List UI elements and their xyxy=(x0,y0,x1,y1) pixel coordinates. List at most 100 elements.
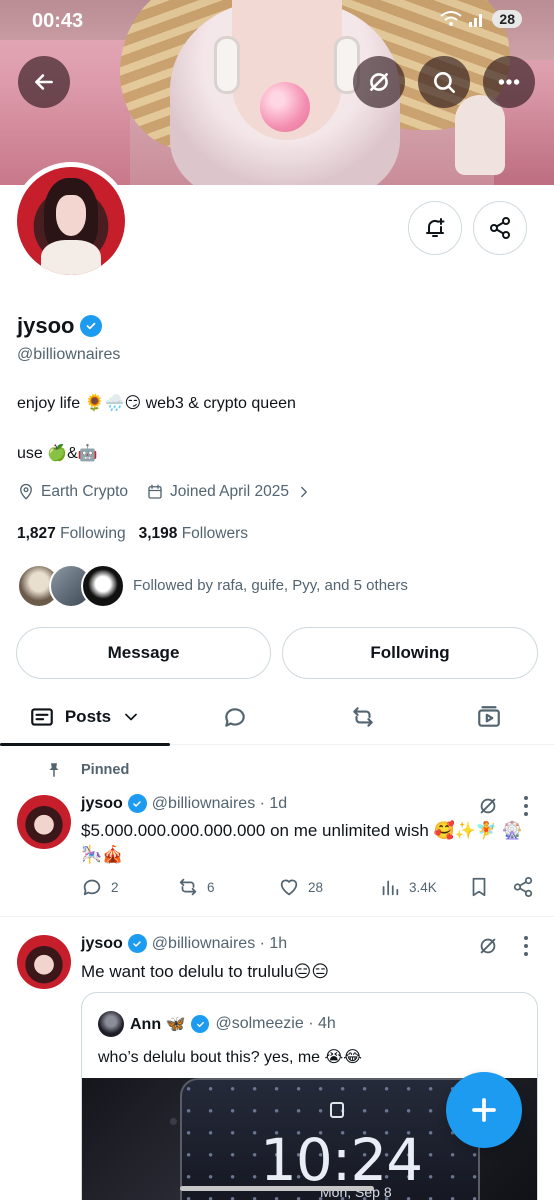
view-count: 3.4K xyxy=(409,879,437,895)
bookmark-icon xyxy=(472,877,486,897)
followed-by-text: Followed by rafa, guife, Pyy, and 5 othe… xyxy=(133,577,408,594)
display-name: jysoo xyxy=(17,313,75,338)
quoted-post-text: who’s delulu bout this? yes, me 😭😂 xyxy=(98,1049,362,1066)
banner-headphone-left xyxy=(214,36,240,94)
bio-line-1: enjoy life 🌻🌧️😏 web3 & crypto queen xyxy=(17,395,296,412)
followed-by[interactable]: Followed by rafa, guife, Pyy, and 5 othe… xyxy=(17,563,408,609)
post-actions: 2 6 28 3.4K xyxy=(81,876,541,904)
tab-reposts[interactable] xyxy=(318,688,408,745)
like-button[interactable]: 28 xyxy=(278,876,323,898)
followers-label: Followers xyxy=(181,525,249,542)
share-icon xyxy=(490,217,510,239)
avatar-dress xyxy=(40,240,102,275)
joined-date[interactable]: Joined April 2025 xyxy=(170,483,289,501)
reposts-icon xyxy=(353,706,373,727)
bell-plus-icon xyxy=(426,218,445,237)
posts-icon xyxy=(31,707,53,726)
notifications-button[interactable] xyxy=(408,201,462,255)
post-divider xyxy=(0,916,554,917)
location-text: Earth Crypto xyxy=(41,483,129,500)
more-horizontal-icon xyxy=(498,79,520,85)
profile-tabs: Posts xyxy=(0,688,554,746)
search-button[interactable] xyxy=(418,56,470,108)
lock-icon xyxy=(330,1102,344,1118)
post-handle-time: @billiownaires · 1d xyxy=(151,794,288,812)
pinned-indicator: Pinned xyxy=(45,761,129,779)
share-icon xyxy=(513,876,533,898)
plus-icon xyxy=(472,1098,496,1122)
verified-badge-icon xyxy=(127,794,147,813)
tab-media[interactable] xyxy=(444,688,534,745)
heart-icon xyxy=(280,879,298,896)
verified-badge-icon xyxy=(127,934,147,953)
views-icon xyxy=(382,880,399,896)
post-author-name[interactable]: jysoo xyxy=(81,795,123,813)
following-count: 1,827 xyxy=(17,525,56,542)
post-author-name[interactable]: jysoo xyxy=(81,935,123,953)
grok-icon xyxy=(370,73,388,91)
repost-button[interactable]: 6 xyxy=(177,876,215,898)
compose-button[interactable] xyxy=(446,1072,522,1148)
banner-bubblegum xyxy=(260,82,310,132)
pin-icon xyxy=(49,763,59,777)
profile-name: jysoo xyxy=(17,313,103,339)
quoted-author-avatar xyxy=(98,1011,124,1037)
grok-icon[interactable] xyxy=(477,935,499,957)
status-icons: 28 xyxy=(440,10,522,28)
tab-posts-label: Posts xyxy=(64,706,112,726)
share-post-button[interactable] xyxy=(512,876,534,898)
reply-icon xyxy=(83,879,101,896)
profile-handle: @billiownaires xyxy=(17,346,121,363)
back-arrow-icon xyxy=(35,74,53,90)
followers-link[interactable]: 3,198 Followers xyxy=(139,525,248,543)
views-button[interactable]: 3.4K xyxy=(379,876,437,898)
search-icon xyxy=(434,72,456,94)
post-avatar[interactable] xyxy=(17,935,71,989)
quoted-post-header: Ann 🦋 @solmeezie · 4h xyxy=(98,1011,336,1037)
profile-avatar-image xyxy=(17,167,125,275)
verified-badge-icon[interactable] xyxy=(80,315,103,337)
quoted-handle-time: @solmeezie · 4h xyxy=(215,1015,336,1032)
repost-count: 6 xyxy=(207,879,215,895)
bookmark-button[interactable] xyxy=(468,876,490,898)
grok-icon[interactable] xyxy=(477,795,499,817)
tab-replies[interactable] xyxy=(190,688,280,745)
post-header: jysoo @billiownaires · 1h xyxy=(81,934,287,953)
reply-count: 2 xyxy=(111,879,119,895)
post-avatar[interactable] xyxy=(17,795,71,849)
chevron-right-icon[interactable] xyxy=(295,483,313,501)
media-icon xyxy=(478,705,500,727)
grok-button[interactable] xyxy=(353,56,405,108)
bio-line-2: use 🍏&🤖 xyxy=(17,445,98,462)
battery-indicator: 28 xyxy=(492,10,522,28)
message-button[interactable]: Message xyxy=(16,627,271,679)
status-bar: 00:43 28 xyxy=(0,0,554,44)
following-link[interactable]: 1,827 Following xyxy=(17,525,126,543)
post-more-icon[interactable] xyxy=(523,796,529,816)
more-button[interactable] xyxy=(483,56,535,108)
back-button[interactable] xyxy=(18,56,70,108)
post-more-icon[interactable] xyxy=(523,936,529,956)
pinned-label: Pinned xyxy=(81,762,130,778)
share-profile-button[interactable] xyxy=(473,201,527,255)
phone-lockscreen: 10:24 Mon, Sep 8 xyxy=(180,1078,480,1200)
following-button[interactable]: Following xyxy=(282,627,538,679)
followers-count: 3,198 xyxy=(138,525,178,542)
signal-icon xyxy=(469,14,483,27)
active-tab-indicator xyxy=(0,743,170,746)
tab-posts[interactable]: Posts xyxy=(0,688,170,746)
home-indicator[interactable] xyxy=(180,1186,374,1191)
status-time: 00:43 xyxy=(32,10,84,32)
quoted-author-name: Ann 🦋 xyxy=(130,1016,186,1033)
repost-icon xyxy=(179,878,197,896)
post-header: jysoo @billiownaires · 1d xyxy=(81,794,287,813)
like-count: 28 xyxy=(308,879,324,895)
wifi-icon xyxy=(440,11,463,26)
chevron-down-icon xyxy=(125,713,137,720)
following-label: Following xyxy=(60,525,126,542)
verified-badge-icon xyxy=(191,1015,210,1033)
replies-icon xyxy=(225,707,245,727)
profile-avatar[interactable] xyxy=(12,162,130,280)
calendar-icon xyxy=(148,484,162,499)
reply-button[interactable]: 2 xyxy=(81,876,119,898)
